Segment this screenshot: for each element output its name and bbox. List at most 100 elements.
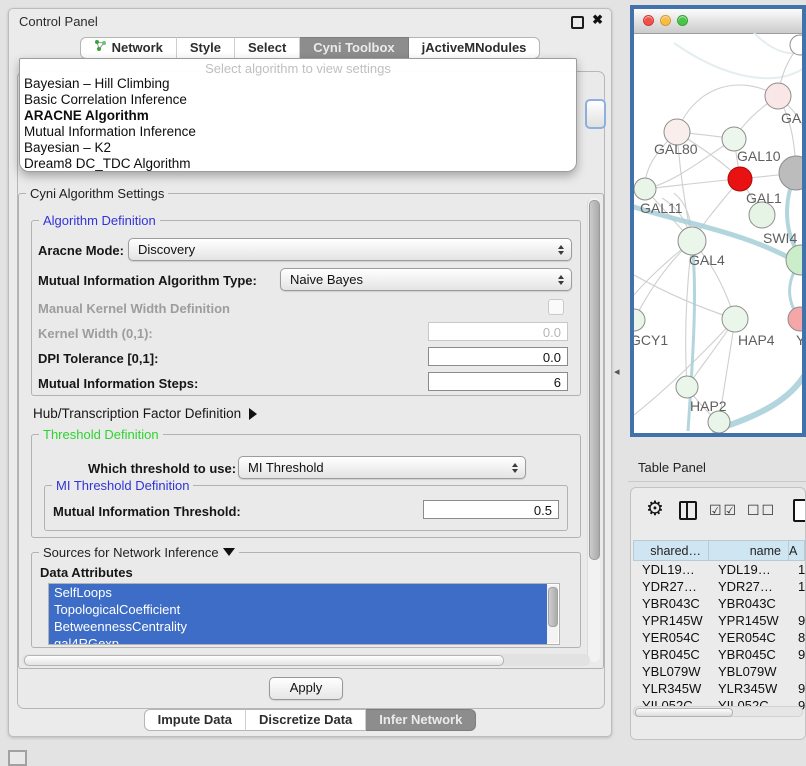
column-header-a[interactable]: A — [789, 540, 805, 561]
gear-icon[interactable]: ⚙ — [646, 496, 664, 521]
algorithm-option-bayesian-k2[interactable]: Bayesian – K2 — [20, 140, 576, 156]
table-row[interactable]: YBL079WYBL079W — [633, 663, 805, 680]
tab-cyni-toolbox[interactable]: Cyni Toolbox — [300, 37, 408, 59]
table-cell: YBL079W — [633, 663, 709, 680]
unchecked-pair-icon[interactable]: ☐☐ — [747, 502, 776, 519]
scrollbar-thumb[interactable] — [635, 708, 733, 717]
algorithm-definition-group: Algorithm Definition Aracne Mode: Discov… — [31, 220, 581, 396]
tab-impute-data[interactable]: Impute Data — [144, 709, 246, 731]
node-label-hap4: HAP4 — [738, 332, 775, 348]
dpi-tolerance-label: DPI Tolerance [0,1]: — [38, 351, 158, 366]
tab-select[interactable]: Select — [235, 37, 300, 59]
data-attributes-list[interactable]: SelfLoopsTopologicalCoefficientBetweenne… — [48, 583, 560, 645]
table-row[interactable]: YBR043CYBR043C — [633, 595, 805, 612]
table-row[interactable]: YPR145WYPR145W9. — [633, 612, 805, 629]
node-gal11[interactable] — [634, 178, 656, 200]
aracne-mode-select[interactable]: Discovery — [128, 238, 572, 261]
node-gcy1[interactable] — [634, 309, 645, 331]
data-attribute-item[interactable]: BetweennessCentrality — [49, 618, 547, 635]
node-gal1[interactable] — [728, 167, 752, 191]
mi-steps-field[interactable]: 6 — [428, 372, 568, 391]
table-row[interactable]: YLR345WYLR345W9. — [633, 680, 805, 697]
tab-label: jActiveMNodules — [422, 38, 527, 58]
scrollbar-thumb[interactable] — [24, 655, 504, 666]
node-swi4[interactable] — [786, 245, 802, 275]
node-gal-pink[interactable] — [765, 83, 791, 109]
table-cell: YPR145W — [709, 612, 789, 629]
node-gray[interactable] — [779, 156, 802, 190]
group-title: Threshold Definition — [39, 427, 163, 442]
algorithm-option-bayesian-hill-climbing[interactable]: Bayesian – Hill Climbing — [20, 76, 576, 92]
node-hap2[interactable] — [676, 376, 698, 398]
document-icon[interactable] — [793, 499, 806, 522]
table-cell: YDR27… — [709, 578, 789, 595]
mi-threshold-field[interactable]: 0.5 — [423, 500, 559, 519]
settings-vertical-scrollbar[interactable] — [587, 198, 600, 662]
tab-jactivemnodules[interactable]: jActiveMNodules — [409, 37, 541, 59]
node-bottom[interactable] — [708, 411, 730, 433]
table-horizontal-scrollbar[interactable] — [633, 706, 803, 717]
tab-network[interactable]: Network — [80, 37, 177, 59]
table-cell: YBR045C — [709, 646, 789, 663]
hub-definition-toggle[interactable]: Hub/Transcription Factor Definition — [33, 406, 257, 421]
table-panel-footer — [631, 719, 805, 739]
node-label-hap2: HAP2 — [690, 398, 727, 414]
tab-discretize-data[interactable]: Discretize Data — [246, 709, 366, 731]
checked-pair-icon[interactable]: ☑☑ — [709, 502, 738, 519]
mi-algorithm-type-select[interactable]: Naive Bayes — [280, 268, 572, 291]
dpi-tolerance-field[interactable]: 0.0 — [428, 347, 568, 366]
apply-button[interactable]: Apply — [269, 677, 343, 700]
table-cell — [789, 595, 805, 612]
table-cell: YER054C — [709, 629, 789, 646]
table-cell: YBR045C — [633, 646, 709, 663]
manual-kernel-width-label: Manual Kernel Width Definition — [38, 301, 230, 316]
kernel-width-field[interactable]: 0.0 — [428, 322, 568, 341]
algorithm-option-mutual-information-inference[interactable]: Mutual Information Inference — [20, 124, 576, 140]
mi-algorithm-type-label: Mutual Information Algorithm Type: — [38, 273, 257, 288]
data-attribute-item[interactable]: SelfLoops — [49, 584, 547, 601]
manual-kernel-width-checkbox[interactable] — [548, 299, 564, 315]
table-row[interactable]: YDR27…YDR27…12 — [633, 578, 805, 595]
group-title: MI Threshold Definition — [52, 478, 193, 493]
node-hap4[interactable] — [722, 306, 748, 332]
zoom-traffic-light-icon[interactable] — [677, 15, 688, 26]
settings-horizontal-scrollbar[interactable] — [22, 654, 590, 666]
node-salmon[interactable] — [788, 307, 802, 331]
sources-for-inference-group: Sources for Network Inference Data Attri… — [31, 552, 581, 648]
close-traffic-light-icon[interactable] — [643, 15, 654, 26]
float-window-icon[interactable] — [571, 16, 584, 29]
attribute-list-scrollbar[interactable] — [547, 585, 558, 643]
window-title: Control Panel — [19, 14, 98, 29]
tab-infer-network[interactable]: Infer Network — [366, 709, 476, 731]
scrollbar-thumb[interactable] — [548, 587, 558, 627]
node-gal4[interactable] — [678, 227, 706, 255]
node-top-right[interactable] — [790, 35, 802, 55]
algorithm-option-dream8-dc-tdc-algorithm[interactable]: Dream8 DC_TDC Algorithm — [20, 156, 576, 172]
data-attribute-item[interactable]: gal4RGexp — [49, 635, 547, 645]
algorithm-combo-fragment[interactable] — [585, 99, 606, 129]
table-cell: 8. — [789, 629, 805, 646]
table-row[interactable]: YDL19…YDL19…13 — [633, 561, 805, 578]
table-panel-header: Table Panel — [628, 455, 806, 482]
minimize-traffic-light-icon[interactable] — [660, 15, 671, 26]
column-header-name[interactable]: name — [709, 540, 789, 561]
expanded-arrow-icon — [223, 548, 235, 556]
panel-divider-grip[interactable]: ◂ — [614, 365, 620, 378]
algorithm-option-aracne-algorithm[interactable]: ARACNE Algorithm — [20, 108, 576, 124]
algorithm-option-basic-correlation-inference[interactable]: Basic Correlation Inference — [20, 92, 576, 108]
close-icon[interactable]: ✖ — [592, 12, 603, 28]
split-columns-icon[interactable] — [679, 501, 697, 520]
scrollbar-thumb[interactable] — [589, 200, 600, 560]
network-canvas[interactable]: GALGAL80GAL10GAL1GAL11SWI4GAL4GCY1HAP4YH… — [634, 33, 802, 433]
network-window-titlebar[interactable] — [634, 9, 802, 34]
table-cell: YBR043C — [633, 595, 709, 612]
dock-panel-icon[interactable] — [8, 750, 27, 766]
data-attribute-item[interactable]: TopologicalCoefficient — [49, 601, 547, 618]
table-cell: 9. — [789, 680, 805, 697]
table-row[interactable]: YBR045CYBR045C9. — [633, 646, 805, 663]
tab-style[interactable]: Style — [177, 37, 235, 59]
which-threshold-select[interactable]: MI Threshold — [238, 456, 526, 479]
column-header-shared[interactable]: shared… — [633, 540, 709, 561]
table-row[interactable]: YER054CYER054C8. — [633, 629, 805, 646]
table-cell: YBR043C — [709, 595, 789, 612]
